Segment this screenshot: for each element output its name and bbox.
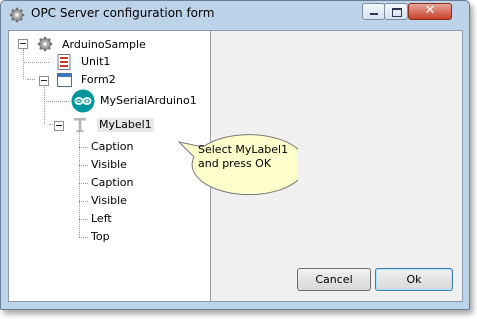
tree-node-mylabel1[interactable]: MyLabel1 [97, 118, 154, 132]
tree-line [79, 201, 88, 202]
unit-icon [57, 54, 71, 73]
cancel-button[interactable]: Cancel [297, 268, 371, 291]
tree-property[interactable]: Caption [91, 176, 133, 190]
tree-line [23, 62, 49, 63]
tree-property[interactable]: Top [91, 230, 110, 244]
arduino-icon [71, 89, 95, 116]
ok-button[interactable]: Ok [375, 268, 453, 291]
gear-icon [37, 36, 53, 55]
tree-line [79, 147, 88, 148]
callout-text: Select MyLabel1 and press OK [198, 143, 298, 171]
tree-line [79, 237, 88, 238]
collapse-toggle-root[interactable] [18, 39, 28, 49]
callout-line-2: and press OK [198, 157, 272, 170]
tree-property[interactable]: Visible [91, 158, 127, 172]
gear-icon[interactable] [9, 7, 25, 23]
title-bar[interactable]: OPC Server configuration form ✕ [1, 1, 469, 27]
tree-node-unit1[interactable]: Unit1 [81, 55, 110, 69]
tree-line [79, 219, 88, 220]
tree-property[interactable]: Visible [91, 194, 127, 208]
tree-node-form2[interactable]: Form2 [81, 73, 116, 87]
tree-line [79, 165, 88, 166]
minimize-button[interactable] [362, 3, 385, 20]
tree-line [79, 183, 88, 184]
tree-node-root[interactable]: ArduinoSample [62, 38, 146, 52]
config-window: OPC Server configuration form ✕ ArduinoS… [0, 0, 470, 310]
collapse-toggle-form2[interactable] [39, 76, 49, 86]
tree-property[interactable]: Caption [91, 140, 133, 154]
text-label-icon [72, 117, 88, 136]
tree-line [27, 79, 35, 80]
tree-node-serial[interactable]: MySerialArduino1 [100, 94, 197, 108]
close-button[interactable]: ✕ [408, 3, 452, 20]
client-area: ArduinoSample Unit1 Form2 MySerialArduin… [8, 30, 463, 302]
tree-property[interactable]: Left [91, 212, 112, 226]
form-icon [57, 73, 72, 90]
tree-line [44, 87, 45, 124]
close-icon: ✕ [424, 3, 436, 18]
tree-line [23, 49, 24, 79]
callout-line-1: Select MyLabel1 [198, 143, 289, 156]
maximize-button[interactable] [384, 3, 408, 20]
tree-line [44, 101, 69, 102]
window-title: OPC Server configuration form [31, 6, 215, 20]
collapse-toggle-mylabel1[interactable] [54, 121, 64, 131]
